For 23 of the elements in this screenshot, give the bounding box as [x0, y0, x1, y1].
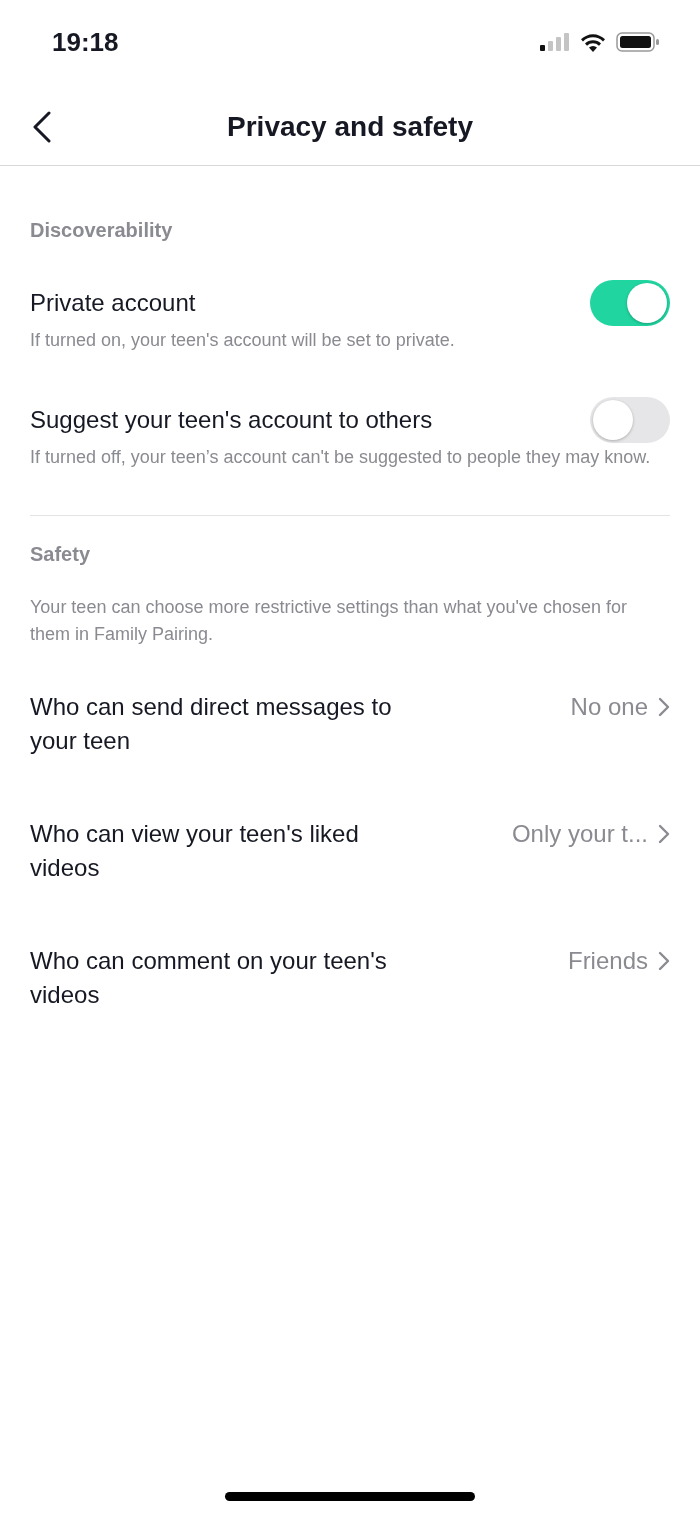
section-title: Discoverability	[30, 218, 174, 243]
setting-label[interactable]: Who can comment on your teen's videos	[30, 944, 430, 1012]
wifi-icon	[580, 32, 606, 52]
setting-value: Friends	[567, 946, 648, 976]
signal-icon	[540, 33, 570, 51]
status-time: 19:18	[52, 26, 119, 58]
setting-value: No one	[570, 692, 648, 722]
setting-label[interactable]: Who can send direct messages to your teen	[30, 690, 430, 758]
setting-description: If turned on, your teen's account will be set to private.	[30, 329, 456, 352]
setting-description: If turned off, your teen’s account can't be suggested to people they may know.	[30, 446, 652, 469]
page-title: Privacy and safety	[227, 110, 473, 143]
toggle-switch[interactable]	[590, 280, 670, 326]
setting-label[interactable]: Who can view your teen's liked videos	[30, 817, 430, 885]
toggle-switch[interactable]	[590, 397, 670, 443]
chevron-icon	[658, 697, 670, 717]
setting-label: Suggest your teen's account to others	[30, 406, 433, 434]
section-note: Your teen can choose more restrictive settings than what you've chosen for them in Family Pairing.	[30, 596, 629, 646]
setting-value: Only your t...	[511, 819, 648, 849]
setting-label: Private account	[30, 289, 196, 317]
section-title: Safety	[30, 542, 92, 567]
chevron-icon	[658, 951, 670, 971]
chevron-icon	[658, 824, 670, 844]
battery-icon	[616, 32, 660, 52]
